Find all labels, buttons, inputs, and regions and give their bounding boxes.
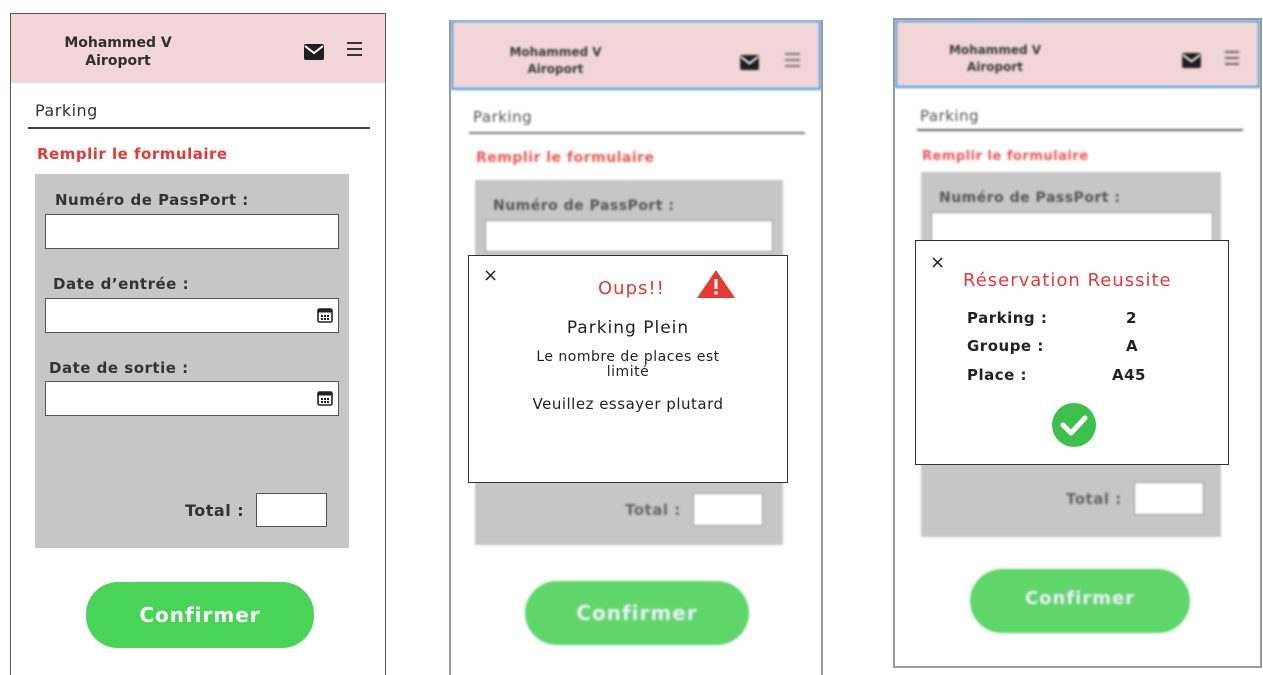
brand-line-2: Airoport <box>85 53 151 69</box>
error-headline: Parking Plein <box>566 318 690 338</box>
passport-input <box>485 220 773 252</box>
total-input[interactable] <box>256 493 327 527</box>
confirm-button: Confirmer <box>525 581 749 645</box>
section-divider <box>469 132 805 134</box>
close-icon[interactable]: × <box>930 254 945 272</box>
success-screen: Mohammed V Airoport Parking Remplir le f… <box>893 18 1262 668</box>
total-label: Total : <box>185 501 245 520</box>
form-screen: Mohammed V Airoport Parking Remplir le f… <box>10 13 386 675</box>
hamburger-menu-icon[interactable] <box>347 42 362 60</box>
section-divider <box>28 127 370 129</box>
section-divider <box>917 129 1243 131</box>
hamburger-menu-icon <box>785 53 800 71</box>
total-label: Total : <box>1066 490 1122 508</box>
form-subtitle: Remplir le formulaire <box>476 150 655 166</box>
confirm-button[interactable]: Confirmer <box>86 582 314 648</box>
groupe-label: Groupe : <box>967 337 1044 355</box>
calendar-icon[interactable] <box>317 390 333 406</box>
total-label: Total : <box>625 501 681 519</box>
success-modal: × Réservation Reussite Parking : 2 Group… <box>915 240 1229 465</box>
mail-icon[interactable] <box>304 44 324 60</box>
form-subtitle: Remplir le formulaire <box>37 145 228 163</box>
mail-icon <box>740 55 759 70</box>
place-value: A45 <box>1112 366 1146 384</box>
groupe-value: A <box>1126 337 1139 355</box>
retry-message: Veuillez essayer plutard <box>532 395 724 413</box>
confirm-button: Confirmer <box>970 569 1190 633</box>
brand-line-1: Mohammed V <box>948 43 1042 57</box>
app-header: Mohammed V Airoport <box>895 20 1260 88</box>
section-title: Parking <box>920 107 980 125</box>
brand-logo-text: Mohammed V Airoport <box>925 42 1065 76</box>
app-header: Mohammed V Airoport <box>451 20 821 90</box>
form-panel: Numéro de PassPort : Date d’entrée : Dat… <box>35 174 349 548</box>
brand-logo-text: Mohammed V Airoport <box>43 34 193 70</box>
exit-date-label: Date de sortie : <box>49 359 189 377</box>
brand-line-1: Mohammed V <box>509 45 602 59</box>
passport-label: Numéro de PassPort : <box>939 190 1121 206</box>
error-message-line-2: limité <box>606 364 650 380</box>
brand-logo-text: Mohammed V Airoport <box>483 44 628 78</box>
brand-line-2: Airoport <box>966 60 1024 74</box>
section-title: Parking <box>35 101 98 120</box>
error-screen: Mohammed V Airoport Parking Remplir le f… <box>449 20 823 675</box>
parking-label: Parking : <box>967 309 1048 327</box>
error-message-line-1: Le nombre de places est <box>536 349 720 365</box>
exit-date-input[interactable] <box>45 381 339 416</box>
place-label: Place : <box>967 366 1028 384</box>
hamburger-menu-icon <box>1225 51 1239 69</box>
form-subtitle: Remplir le formulaire <box>922 149 1089 164</box>
passport-input[interactable] <box>45 214 339 249</box>
success-title: Réservation Reussite <box>963 270 1172 291</box>
brand-line-1: Mohammed V <box>64 35 172 51</box>
entry-date-input[interactable] <box>45 298 339 333</box>
check-circle-icon <box>1052 403 1096 447</box>
error-title: Oups!! <box>598 278 665 299</box>
mail-icon <box>1182 53 1201 68</box>
total-input <box>693 493 763 526</box>
brand-line-2: Airoport <box>527 62 584 76</box>
total-input <box>1134 482 1204 515</box>
calendar-icon[interactable] <box>317 307 333 323</box>
section-title: Parking <box>473 108 533 126</box>
warning-icon <box>696 269 736 299</box>
close-icon[interactable]: × <box>483 267 498 285</box>
passport-label: Numéro de PassPort : <box>55 191 249 209</box>
parking-value: 2 <box>1126 309 1137 327</box>
entry-date-label: Date d’entrée : <box>53 275 190 293</box>
app-header: Mohammed V Airoport <box>11 14 385 83</box>
error-modal: × Oups!! Parking Plein Le nombre de plac… <box>468 255 788 483</box>
passport-label: Numéro de PassPort : <box>493 198 675 214</box>
error-message: Le nombre de places est limité <box>469 350 787 380</box>
